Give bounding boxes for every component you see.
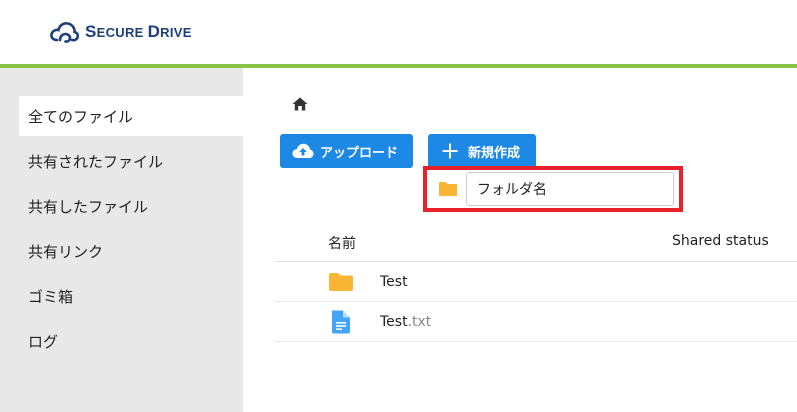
plus-icon [442, 143, 458, 159]
sidebar-item-label: 共有したファイル [28, 197, 149, 216]
table-header: 名前 Shared status [275, 218, 797, 262]
text-file-icon [332, 310, 350, 334]
sidebar-item-label: 共有リンク [28, 242, 104, 261]
cloud-upload-icon [292, 143, 314, 158]
sidebar-item-label: 全てのファイル [28, 107, 134, 126]
row-name: Test.txt [380, 314, 432, 330]
app-header: SECURE DRIVE [0, 0, 797, 64]
home-icon[interactable] [292, 97, 308, 111]
folder-icon [329, 273, 353, 291]
sidebar-item-logs[interactable]: ログ [19, 321, 243, 361]
new-button[interactable]: 新規作成 [428, 134, 536, 168]
row-name: Test [380, 274, 408, 290]
sidebar-item-shared-links[interactable]: 共有リンク [19, 231, 243, 271]
sidebar-item-all-files[interactable]: 全てのファイル [19, 96, 243, 136]
sidebar-item-trash[interactable]: ゴミ箱 [19, 276, 243, 316]
column-header-name[interactable]: 名前 [328, 233, 356, 253]
main-content: アップロード 新規作成 名前 Shared status Test [243, 68, 797, 412]
sidebar-item-label: 共有されたファイル [28, 152, 164, 171]
sidebar-item-label: ゴミ箱 [28, 287, 74, 306]
table-row[interactable]: Test [275, 262, 797, 302]
folder-name-input[interactable] [466, 172, 674, 206]
new-button-label: 新規作成 [468, 145, 521, 161]
column-header-shared-status[interactable]: Shared status [672, 233, 769, 249]
upload-button[interactable]: アップロード [280, 134, 413, 168]
folder-icon [439, 182, 457, 196]
secure-drive-logo[interactable]: SECURE DRIVE [49, 18, 192, 46]
sidebar-item-shared-by-me[interactable]: 共有したファイル [19, 186, 243, 226]
new-folder-row [434, 170, 676, 208]
sidebar-item-shared-with-me[interactable]: 共有されたファイル [19, 141, 243, 181]
sidebar-item-label: ログ [28, 332, 59, 351]
upload-button-label: アップロード [320, 145, 399, 161]
table-row[interactable]: Test.txt [275, 302, 797, 342]
logo-text: SECURE DRIVE [85, 22, 192, 41]
sidebar: 全てのファイル 共有されたファイル 共有したファイル 共有リンク ゴミ箱 ログ [0, 68, 243, 412]
cloud-logo-icon [50, 21, 79, 43]
